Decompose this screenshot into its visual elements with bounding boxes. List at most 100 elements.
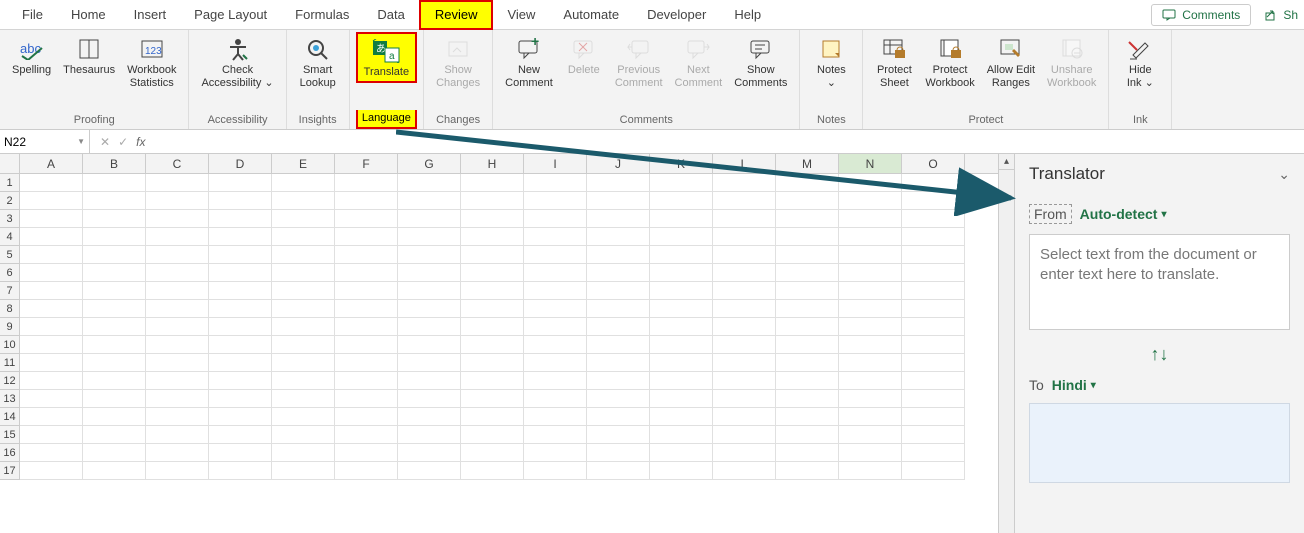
cell[interactable]	[83, 390, 146, 408]
cell[interactable]	[524, 408, 587, 426]
row-header[interactable]: 5	[0, 246, 20, 264]
cell[interactable]	[272, 372, 335, 390]
cell[interactable]	[776, 372, 839, 390]
cell[interactable]	[146, 246, 209, 264]
smart-button[interactable]: Smart Lookup	[293, 32, 343, 91]
cell[interactable]	[146, 336, 209, 354]
cell[interactable]	[335, 246, 398, 264]
column-header[interactable]: C	[146, 154, 209, 173]
tab-developer[interactable]: Developer	[633, 0, 720, 30]
cell[interactable]	[335, 228, 398, 246]
cell[interactable]	[776, 282, 839, 300]
cell[interactable]	[524, 426, 587, 444]
comments-button[interactable]: Comments	[1151, 4, 1251, 26]
row-header[interactable]: 15	[0, 426, 20, 444]
cell[interactable]	[713, 192, 776, 210]
cell[interactable]	[209, 264, 272, 282]
cell[interactable]	[398, 426, 461, 444]
cell[interactable]	[902, 408, 965, 426]
cell[interactable]	[587, 426, 650, 444]
tab-review[interactable]: Review	[419, 0, 494, 30]
cell[interactable]	[839, 444, 902, 462]
cell[interactable]	[650, 282, 713, 300]
cell[interactable]	[587, 354, 650, 372]
cell[interactable]	[587, 300, 650, 318]
cell[interactable]	[20, 444, 83, 462]
cell[interactable]	[776, 318, 839, 336]
cell[interactable]	[776, 210, 839, 228]
cell[interactable]	[524, 462, 587, 480]
cell[interactable]	[20, 426, 83, 444]
share-button[interactable]: Sh	[1259, 5, 1304, 25]
cell[interactable]	[335, 282, 398, 300]
cell[interactable]	[398, 300, 461, 318]
cell[interactable]	[650, 462, 713, 480]
cell[interactable]	[650, 174, 713, 192]
tab-help[interactable]: Help	[720, 0, 775, 30]
cell[interactable]	[587, 264, 650, 282]
cell[interactable]	[335, 336, 398, 354]
cell[interactable]	[587, 210, 650, 228]
cell[interactable]	[83, 246, 146, 264]
cell[interactable]	[335, 300, 398, 318]
cell[interactable]	[713, 408, 776, 426]
cell[interactable]	[713, 372, 776, 390]
cell[interactable]	[902, 174, 965, 192]
cell[interactable]	[146, 300, 209, 318]
cell[interactable]	[524, 390, 587, 408]
cell[interactable]	[587, 336, 650, 354]
formula-input[interactable]	[155, 130, 1304, 153]
chevron-down-icon[interactable]: ⌄	[1278, 166, 1290, 183]
cell[interactable]	[902, 390, 965, 408]
cell[interactable]	[713, 354, 776, 372]
cell[interactable]	[839, 372, 902, 390]
cell[interactable]	[272, 336, 335, 354]
protect-button[interactable]: Protect Sheet	[869, 32, 919, 91]
cell[interactable]	[902, 264, 965, 282]
cell[interactable]	[209, 336, 272, 354]
cell[interactable]	[461, 318, 524, 336]
cell[interactable]	[902, 426, 965, 444]
cell[interactable]	[524, 336, 587, 354]
cell[interactable]	[398, 210, 461, 228]
cell[interactable]	[209, 210, 272, 228]
cell[interactable]	[146, 174, 209, 192]
cell[interactable]	[146, 354, 209, 372]
cell[interactable]	[146, 426, 209, 444]
cell[interactable]	[650, 408, 713, 426]
cell[interactable]	[146, 408, 209, 426]
row-header[interactable]: 7	[0, 282, 20, 300]
cell[interactable]	[272, 246, 335, 264]
cell[interactable]	[20, 192, 83, 210]
cell[interactable]	[272, 354, 335, 372]
cell[interactable]	[272, 228, 335, 246]
cell[interactable]	[650, 336, 713, 354]
cell[interactable]	[398, 408, 461, 426]
cell[interactable]	[650, 210, 713, 228]
cell[interactable]	[650, 426, 713, 444]
cell[interactable]	[650, 318, 713, 336]
column-header[interactable]: L	[713, 154, 776, 173]
cell[interactable]	[524, 282, 587, 300]
cell[interactable]	[713, 174, 776, 192]
column-header[interactable]: J	[587, 154, 650, 173]
cell[interactable]	[713, 390, 776, 408]
cell[interactable]	[461, 192, 524, 210]
cell[interactable]	[776, 354, 839, 372]
cell[interactable]	[83, 462, 146, 480]
cell[interactable]	[461, 372, 524, 390]
cell[interactable]	[20, 462, 83, 480]
cell[interactable]	[713, 210, 776, 228]
cell[interactable]	[83, 174, 146, 192]
cell[interactable]	[209, 192, 272, 210]
to-language-dropdown[interactable]: Hindi ▾	[1052, 377, 1096, 393]
cell[interactable]	[398, 372, 461, 390]
tab-formulas[interactable]: Formulas	[281, 0, 363, 30]
cell[interactable]	[398, 264, 461, 282]
tab-view[interactable]: View	[493, 0, 549, 30]
cell[interactable]	[20, 246, 83, 264]
new-button[interactable]: +New Comment	[499, 32, 559, 91]
cell[interactable]	[902, 444, 965, 462]
tab-page-layout[interactable]: Page Layout	[180, 0, 281, 30]
cell[interactable]	[461, 228, 524, 246]
